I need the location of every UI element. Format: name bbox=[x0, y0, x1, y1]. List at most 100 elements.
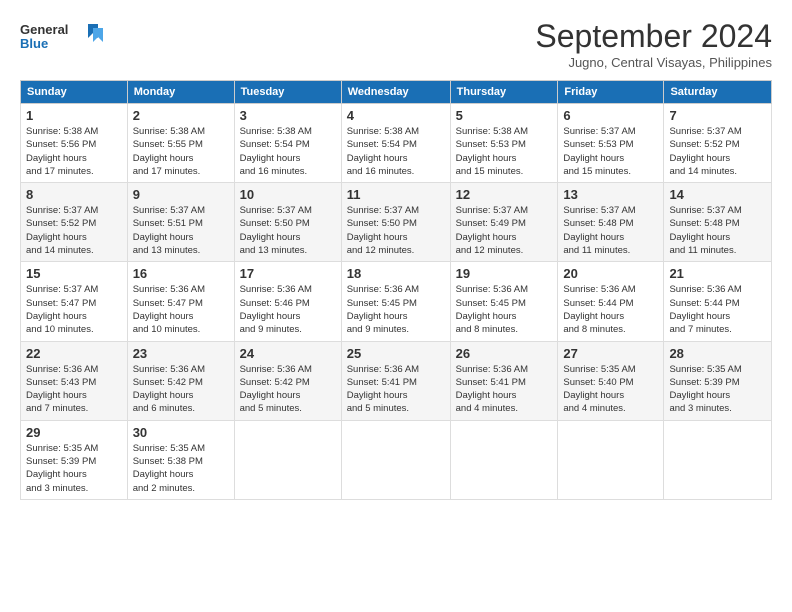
day-number: 17 bbox=[240, 266, 336, 281]
calendar-page: General Blue September 2024 Jugno, Centr… bbox=[0, 0, 792, 612]
day-info: Sunrise: 5:38 AM Sunset: 5:53 PM Dayligh… bbox=[456, 125, 553, 178]
day-cell: 6 Sunrise: 5:37 AM Sunset: 5:53 PM Dayli… bbox=[558, 104, 664, 183]
day-cell: 3 Sunrise: 5:38 AM Sunset: 5:54 PM Dayli… bbox=[234, 104, 341, 183]
month-title: September 2024 bbox=[535, 18, 772, 55]
day-info: Sunrise: 5:37 AM Sunset: 5:48 PM Dayligh… bbox=[563, 204, 658, 257]
day-info: Sunrise: 5:36 AM Sunset: 5:41 PM Dayligh… bbox=[347, 363, 445, 416]
day-cell: 29 Sunrise: 5:35 AM Sunset: 5:39 PM Dayl… bbox=[21, 420, 128, 499]
week-row-4: 22 Sunrise: 5:36 AM Sunset: 5:43 PM Dayl… bbox=[21, 341, 772, 420]
day-cell: 28 Sunrise: 5:35 AM Sunset: 5:39 PM Dayl… bbox=[664, 341, 772, 420]
day-cell: 16 Sunrise: 5:36 AM Sunset: 5:47 PM Dayl… bbox=[127, 262, 234, 341]
day-cell: 30 Sunrise: 5:35 AM Sunset: 5:38 PM Dayl… bbox=[127, 420, 234, 499]
day-number: 12 bbox=[456, 187, 553, 202]
day-number: 7 bbox=[669, 108, 766, 123]
day-cell: 10 Sunrise: 5:37 AM Sunset: 5:50 PM Dayl… bbox=[234, 183, 341, 262]
day-info: Sunrise: 5:36 AM Sunset: 5:43 PM Dayligh… bbox=[26, 363, 122, 416]
day-cell bbox=[234, 420, 341, 499]
day-info: Sunrise: 5:35 AM Sunset: 5:39 PM Dayligh… bbox=[669, 363, 766, 416]
day-cell: 7 Sunrise: 5:37 AM Sunset: 5:52 PM Dayli… bbox=[664, 104, 772, 183]
day-number: 5 bbox=[456, 108, 553, 123]
day-number: 28 bbox=[669, 346, 766, 361]
col-sunday: Sunday bbox=[21, 81, 128, 104]
week-row-3: 15 Sunrise: 5:37 AM Sunset: 5:47 PM Dayl… bbox=[21, 262, 772, 341]
day-info: Sunrise: 5:37 AM Sunset: 5:49 PM Dayligh… bbox=[456, 204, 553, 257]
day-info: Sunrise: 5:36 AM Sunset: 5:45 PM Dayligh… bbox=[456, 283, 553, 336]
day-cell: 5 Sunrise: 5:38 AM Sunset: 5:53 PM Dayli… bbox=[450, 104, 558, 183]
day-number: 27 bbox=[563, 346, 658, 361]
day-cell: 19 Sunrise: 5:36 AM Sunset: 5:45 PM Dayl… bbox=[450, 262, 558, 341]
day-number: 18 bbox=[347, 266, 445, 281]
day-number: 15 bbox=[26, 266, 122, 281]
day-number: 6 bbox=[563, 108, 658, 123]
day-cell: 1 Sunrise: 5:38 AM Sunset: 5:56 PM Dayli… bbox=[21, 104, 128, 183]
day-info: Sunrise: 5:36 AM Sunset: 5:46 PM Dayligh… bbox=[240, 283, 336, 336]
col-thursday: Thursday bbox=[450, 81, 558, 104]
day-info: Sunrise: 5:37 AM Sunset: 5:53 PM Dayligh… bbox=[563, 125, 658, 178]
location: Jugno, Central Visayas, Philippines bbox=[535, 55, 772, 70]
day-cell bbox=[558, 420, 664, 499]
day-info: Sunrise: 5:38 AM Sunset: 5:56 PM Dayligh… bbox=[26, 125, 122, 178]
day-number: 19 bbox=[456, 266, 553, 281]
day-cell bbox=[664, 420, 772, 499]
day-cell: 2 Sunrise: 5:38 AM Sunset: 5:55 PM Dayli… bbox=[127, 104, 234, 183]
col-tuesday: Tuesday bbox=[234, 81, 341, 104]
header: General Blue September 2024 Jugno, Centr… bbox=[20, 18, 772, 70]
day-info: Sunrise: 5:36 AM Sunset: 5:41 PM Dayligh… bbox=[456, 363, 553, 416]
svg-text:General: General bbox=[20, 22, 68, 37]
day-cell: 15 Sunrise: 5:37 AM Sunset: 5:47 PM Dayl… bbox=[21, 262, 128, 341]
day-cell: 11 Sunrise: 5:37 AM Sunset: 5:50 PM Dayl… bbox=[341, 183, 450, 262]
day-number: 24 bbox=[240, 346, 336, 361]
day-info: Sunrise: 5:37 AM Sunset: 5:50 PM Dayligh… bbox=[347, 204, 445, 257]
week-row-2: 8 Sunrise: 5:37 AM Sunset: 5:52 PM Dayli… bbox=[21, 183, 772, 262]
day-info: Sunrise: 5:35 AM Sunset: 5:38 PM Dayligh… bbox=[133, 442, 229, 495]
header-row: Sunday Monday Tuesday Wednesday Thursday… bbox=[21, 81, 772, 104]
day-cell: 13 Sunrise: 5:37 AM Sunset: 5:48 PM Dayl… bbox=[558, 183, 664, 262]
day-cell: 8 Sunrise: 5:37 AM Sunset: 5:52 PM Dayli… bbox=[21, 183, 128, 262]
day-number: 4 bbox=[347, 108, 445, 123]
day-info: Sunrise: 5:36 AM Sunset: 5:42 PM Dayligh… bbox=[133, 363, 229, 416]
svg-text:Blue: Blue bbox=[20, 36, 48, 51]
day-info: Sunrise: 5:37 AM Sunset: 5:51 PM Dayligh… bbox=[133, 204, 229, 257]
day-info: Sunrise: 5:37 AM Sunset: 5:52 PM Dayligh… bbox=[669, 125, 766, 178]
day-info: Sunrise: 5:37 AM Sunset: 5:52 PM Dayligh… bbox=[26, 204, 122, 257]
day-number: 14 bbox=[669, 187, 766, 202]
day-number: 23 bbox=[133, 346, 229, 361]
day-cell: 24 Sunrise: 5:36 AM Sunset: 5:42 PM Dayl… bbox=[234, 341, 341, 420]
day-cell: 26 Sunrise: 5:36 AM Sunset: 5:41 PM Dayl… bbox=[450, 341, 558, 420]
day-info: Sunrise: 5:36 AM Sunset: 5:47 PM Dayligh… bbox=[133, 283, 229, 336]
day-number: 26 bbox=[456, 346, 553, 361]
day-info: Sunrise: 5:36 AM Sunset: 5:44 PM Dayligh… bbox=[563, 283, 658, 336]
day-number: 29 bbox=[26, 425, 122, 440]
day-info: Sunrise: 5:36 AM Sunset: 5:44 PM Dayligh… bbox=[669, 283, 766, 336]
day-cell: 25 Sunrise: 5:36 AM Sunset: 5:41 PM Dayl… bbox=[341, 341, 450, 420]
col-wednesday: Wednesday bbox=[341, 81, 450, 104]
day-cell: 22 Sunrise: 5:36 AM Sunset: 5:43 PM Dayl… bbox=[21, 341, 128, 420]
day-number: 25 bbox=[347, 346, 445, 361]
day-number: 10 bbox=[240, 187, 336, 202]
day-cell: 27 Sunrise: 5:35 AM Sunset: 5:40 PM Dayl… bbox=[558, 341, 664, 420]
day-cell: 14 Sunrise: 5:37 AM Sunset: 5:48 PM Dayl… bbox=[664, 183, 772, 262]
day-number: 13 bbox=[563, 187, 658, 202]
day-number: 9 bbox=[133, 187, 229, 202]
day-info: Sunrise: 5:37 AM Sunset: 5:50 PM Dayligh… bbox=[240, 204, 336, 257]
day-number: 2 bbox=[133, 108, 229, 123]
day-cell: 20 Sunrise: 5:36 AM Sunset: 5:44 PM Dayl… bbox=[558, 262, 664, 341]
col-monday: Monday bbox=[127, 81, 234, 104]
day-cell: 9 Sunrise: 5:37 AM Sunset: 5:51 PM Dayli… bbox=[127, 183, 234, 262]
col-saturday: Saturday bbox=[664, 81, 772, 104]
day-info: Sunrise: 5:38 AM Sunset: 5:55 PM Dayligh… bbox=[133, 125, 229, 178]
day-info: Sunrise: 5:37 AM Sunset: 5:47 PM Dayligh… bbox=[26, 283, 122, 336]
day-number: 8 bbox=[26, 187, 122, 202]
day-number: 22 bbox=[26, 346, 122, 361]
day-number: 16 bbox=[133, 266, 229, 281]
week-row-5: 29 Sunrise: 5:35 AM Sunset: 5:39 PM Dayl… bbox=[21, 420, 772, 499]
calendar-table: Sunday Monday Tuesday Wednesday Thursday… bbox=[20, 80, 772, 500]
day-number: 30 bbox=[133, 425, 229, 440]
day-info: Sunrise: 5:36 AM Sunset: 5:42 PM Dayligh… bbox=[240, 363, 336, 416]
day-cell: 12 Sunrise: 5:37 AM Sunset: 5:49 PM Dayl… bbox=[450, 183, 558, 262]
day-info: Sunrise: 5:35 AM Sunset: 5:39 PM Dayligh… bbox=[26, 442, 122, 495]
day-cell: 18 Sunrise: 5:36 AM Sunset: 5:45 PM Dayl… bbox=[341, 262, 450, 341]
day-cell: 21 Sunrise: 5:36 AM Sunset: 5:44 PM Dayl… bbox=[664, 262, 772, 341]
day-number: 3 bbox=[240, 108, 336, 123]
day-number: 11 bbox=[347, 187, 445, 202]
